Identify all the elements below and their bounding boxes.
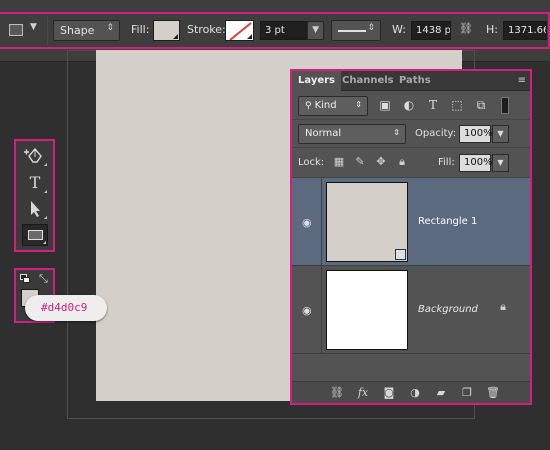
blend-row: Normal ⇕ Opacity: 100% ▼	[292, 120, 530, 148]
lock-image-icon[interactable]: ✎	[353, 155, 367, 169]
layer-name[interactable]: Rectangle 1	[418, 216, 477, 227]
visibility-toggle[interactable]: ◉	[292, 178, 322, 266]
chevron-updown-icon: ⇕	[106, 23, 114, 33]
tab-layers[interactable]: Layers	[292, 71, 341, 91]
panel-menu-icon[interactable]: ≡	[518, 75, 526, 86]
fill-field[interactable]: 100%	[459, 154, 493, 172]
fill-label: Fill:	[131, 23, 150, 36]
width-field[interactable]: 1438 px	[411, 21, 451, 40]
eye-icon: ◉	[302, 216, 312, 229]
divider	[47, 16, 48, 45]
blend-mode-value: Normal	[305, 128, 342, 139]
layers-panel: Layers Channels Paths ≡ ⚲ Kind ⇕ ▣ ◐ T ⬚ …	[290, 69, 532, 405]
height-value: 1371.66	[508, 25, 547, 36]
tool-group-indicator	[44, 163, 47, 166]
stroke-swatch[interactable]	[225, 20, 254, 41]
panel-tabs: Layers Channels Paths ≡	[292, 71, 530, 91]
dropdown-corner-icon	[247, 34, 252, 39]
chevron-updown-icon: ⇕	[367, 23, 375, 33]
add-mask-icon[interactable]: ◙	[382, 386, 396, 400]
default-colors-icon[interactable]	[20, 274, 31, 284]
lock-row: Lock: ▦ ✎ ✥ 🔒︎ Fill: 100% ▼	[292, 148, 530, 178]
filter-kind-dropdown[interactable]: ⚲ Kind ⇕	[298, 96, 368, 116]
fill-dropdown[interactable]: ▼	[492, 154, 509, 172]
rectangle-preset-icon	[9, 24, 23, 36]
eye-icon: ◉	[302, 304, 312, 317]
rectangle-tool[interactable]	[22, 224, 48, 246]
filter-pixel-icon[interactable]: ▣	[378, 98, 392, 112]
lock-all-icon[interactable]: 🔒︎	[395, 155, 409, 169]
chevron-down-icon: ▼	[312, 25, 319, 35]
chevron-down-icon: ▼	[30, 22, 37, 32]
fill-swatch[interactable]	[153, 20, 180, 41]
filter-smart-object-icon[interactable]: ⧉	[474, 98, 488, 112]
dropdown-corner-icon	[173, 34, 178, 39]
shape-layer-icon	[395, 249, 406, 260]
swap-colors-icon[interactable]: ⤡	[39, 272, 48, 286]
stroke-width-field[interactable]: 3 pt	[260, 21, 308, 40]
width-label: W:	[392, 23, 406, 36]
height-field[interactable]: 1371.66	[503, 21, 547, 40]
filter-adjustment-icon[interactable]: ◐	[402, 98, 416, 112]
link-icon[interactable]: ⛓	[459, 22, 473, 35]
new-group-icon[interactable]: ▰	[434, 386, 448, 400]
filter-type-icon[interactable]: T	[426, 98, 440, 112]
chevron-updown-icon: ⇕	[355, 100, 362, 109]
chevron-updown-icon: ⇕	[393, 128, 400, 137]
filter-toggle[interactable]	[501, 97, 509, 114]
tool-mode-dropdown[interactable]: Shape ⇕	[53, 20, 120, 41]
lock-icon: 🔒︎	[500, 300, 506, 313]
layers-bottom-bar: ⛓ fx ◙ ◑ ▰ ❐ 🗑︎	[292, 381, 530, 403]
rectangle-icon	[28, 230, 43, 240]
trash-icon[interactable]: 🗑︎	[486, 386, 500, 400]
tab-channels[interactable]: Channels	[336, 71, 400, 91]
blend-mode-dropdown[interactable]: Normal ⇕	[298, 124, 406, 144]
filter-shape-icon[interactable]: ⬚	[450, 98, 464, 112]
opacity-field[interactable]: 100%	[459, 125, 493, 143]
path-selection-tool[interactable]	[22, 198, 48, 220]
lock-label: Lock:	[298, 157, 325, 168]
tab-paths[interactable]: Paths	[393, 71, 437, 91]
type-icon: T	[29, 173, 41, 192]
layer-thumbnail	[326, 182, 408, 262]
width-value: 1438 px	[416, 25, 451, 36]
layer-style-icon[interactable]: fx	[356, 386, 370, 400]
type-tool[interactable]: T	[22, 172, 48, 194]
lock-transparent-icon[interactable]: ▦	[332, 155, 346, 169]
tool-mode-value: Shape	[60, 24, 95, 37]
search-icon: ⚲	[305, 101, 312, 111]
stroke-width-dropdown[interactable]: ▼	[307, 21, 324, 40]
tool-group-indicator	[44, 190, 47, 193]
pen-tool[interactable]	[22, 145, 48, 167]
tools-panel: T	[14, 139, 55, 252]
visibility-toggle[interactable]: ◉	[292, 266, 322, 354]
layer-thumbnail	[326, 270, 408, 350]
layer-name[interactable]: Background	[418, 304, 478, 315]
lock-position-icon[interactable]: ✥	[374, 155, 388, 169]
tool-group-indicator	[44, 216, 47, 219]
adjustment-layer-icon[interactable]: ◑	[408, 386, 422, 400]
layer-row-background[interactable]: ◉ Background 🔒︎	[292, 266, 530, 354]
filter-kind-value: Kind	[314, 100, 337, 111]
link-layers-icon[interactable]: ⛓	[330, 386, 344, 400]
fill-label: Fill:	[438, 157, 455, 168]
layer-filter-row: ⚲ Kind ⇕ ▣ ◐ T ⬚ ⧉	[292, 92, 530, 120]
height-label: H:	[486, 23, 498, 36]
color-hex-callout: #d4d0c9	[25, 295, 107, 321]
opacity-dropdown[interactable]: ▼	[492, 125, 509, 143]
stroke-label: Stroke:	[187, 23, 226, 36]
stroke-width-value: 3 pt	[265, 25, 285, 36]
tool-preset-picker[interactable]: ▼	[5, 20, 41, 41]
stroke-type-dropdown[interactable]: ⇕	[331, 20, 381, 41]
new-layer-icon[interactable]: ❐	[460, 386, 474, 400]
tool-group-indicator	[43, 241, 46, 244]
layer-row-rectangle-1[interactable]: ◉ Rectangle 1	[292, 178, 530, 266]
opacity-label: Opacity:	[415, 128, 457, 139]
solid-line-icon	[338, 30, 366, 32]
